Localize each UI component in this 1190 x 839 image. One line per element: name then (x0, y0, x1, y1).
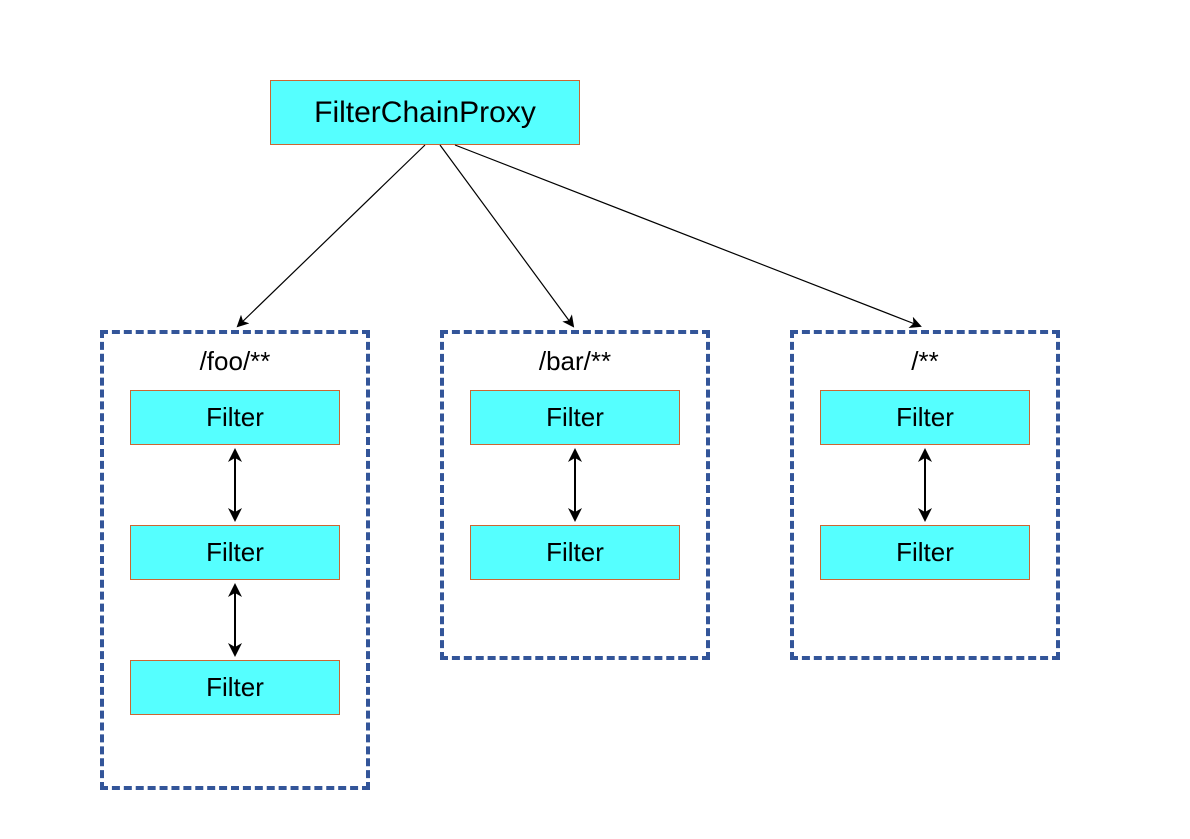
chain-pattern-text: /bar/** (539, 346, 611, 376)
filter-chain-proxy-box: FilterChainProxy (270, 80, 580, 145)
connector-proxy-to-all (455, 145, 920, 326)
filter-box: Filter (820, 525, 1030, 580)
filter-label: Filter (206, 672, 264, 703)
chain-container-bar: /bar/** (440, 330, 710, 660)
connector-proxy-to-foo (238, 145, 425, 326)
filter-label: Filter (896, 537, 954, 568)
chain-pattern-text: /foo/** (200, 346, 271, 376)
filter-box: Filter (470, 525, 680, 580)
filter-chain-proxy-label: FilterChainProxy (314, 96, 536, 130)
filter-label: Filter (546, 402, 604, 433)
filter-box: Filter (470, 390, 680, 445)
chain-pattern-text: /** (911, 346, 938, 376)
filter-box: Filter (130, 525, 340, 580)
filter-label: Filter (206, 402, 264, 433)
chain-label-bar: /bar/** (444, 346, 706, 377)
filter-box: Filter (820, 390, 1030, 445)
connector-proxy-to-bar (440, 145, 573, 326)
filter-label: Filter (896, 402, 954, 433)
chain-label-all: /** (794, 346, 1056, 377)
chain-label-foo: /foo/** (104, 346, 366, 377)
filter-box: Filter (130, 390, 340, 445)
filter-box: Filter (130, 660, 340, 715)
filter-label: Filter (206, 537, 264, 568)
filter-label: Filter (546, 537, 604, 568)
chain-container-all: /** (790, 330, 1060, 660)
